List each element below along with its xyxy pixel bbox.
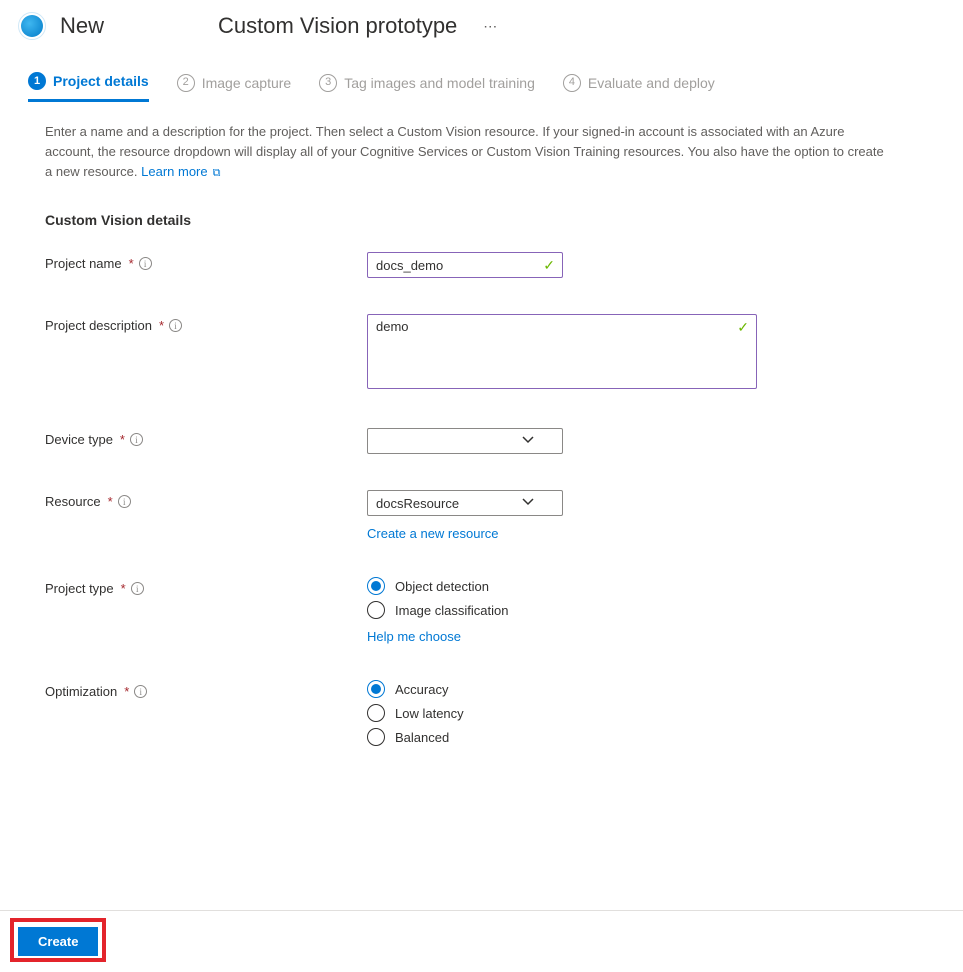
learn-more-link[interactable]: Learn more ⧉ [141, 164, 220, 179]
section-heading: Custom Vision details [0, 186, 963, 228]
create-button[interactable]: Create [18, 927, 98, 956]
step-label: Image capture [202, 75, 292, 91]
resource-select[interactable]: docsResource [367, 490, 563, 516]
optimization-radio-group: Accuracy Low latency Balanced [367, 680, 918, 746]
radio-accuracy[interactable]: Accuracy [367, 680, 918, 698]
help-me-choose-link[interactable]: Help me choose [367, 629, 461, 644]
info-icon[interactable]: i [134, 685, 147, 698]
info-icon[interactable]: i [130, 433, 143, 446]
radio-low-latency[interactable]: Low latency [367, 704, 918, 722]
project-description-input[interactable] [367, 314, 757, 389]
wizard-steps: 1 Project details 2 Image capture 3 Tag … [0, 50, 963, 102]
step-tag-and-train[interactable]: 3 Tag images and model training [319, 72, 535, 102]
step-label: Evaluate and deploy [588, 75, 715, 91]
step-image-capture[interactable]: 2 Image capture [177, 72, 292, 102]
app-icon [18, 12, 46, 40]
label-project-description: Project description* i [45, 314, 367, 333]
label-project-type: Project type* i [45, 577, 367, 596]
label-device-type: Device type* i [45, 428, 367, 447]
step-project-details[interactable]: 1 Project details [28, 72, 149, 102]
step-number-badge: 1 [28, 72, 46, 90]
label-optimization: Optimization* i [45, 680, 367, 699]
create-resource-link[interactable]: Create a new resource [367, 526, 499, 541]
chevron-down-icon [522, 496, 534, 511]
step-label: Tag images and model training [344, 75, 535, 91]
radio-image-classification[interactable]: Image classification [367, 601, 918, 619]
info-icon[interactable]: i [139, 257, 152, 270]
radio-balanced[interactable]: Balanced [367, 728, 918, 746]
form: Project name* i ✓ Project description* i… [0, 228, 963, 746]
project-type-radio-group: Object detection Image classification [367, 577, 918, 619]
page-title: Custom Vision prototype [218, 13, 457, 39]
step-number-badge: 4 [563, 74, 581, 92]
info-icon[interactable]: i [169, 319, 182, 332]
label-resource: Resource* i [45, 490, 367, 509]
chevron-down-icon [522, 434, 534, 449]
step-number-badge: 3 [319, 74, 337, 92]
step-number-badge: 2 [177, 74, 195, 92]
info-icon[interactable]: i [131, 582, 144, 595]
step-evaluate-deploy[interactable]: 4 Evaluate and deploy [563, 72, 715, 102]
header-new-label: New [60, 13, 104, 39]
device-type-select[interactable] [367, 428, 563, 454]
label-project-name: Project name* i [45, 252, 367, 271]
info-icon[interactable]: i [118, 495, 131, 508]
project-name-input[interactable] [367, 252, 563, 278]
checkmark-icon: ✓ [543, 257, 555, 274]
step-label: Project details [53, 73, 149, 89]
radio-object-detection[interactable]: Object detection [367, 577, 918, 595]
external-link-icon: ⧉ [210, 167, 221, 179]
header: New Custom Vision prototype ⋯ [0, 0, 963, 50]
footer: Create [0, 910, 963, 972]
intro-text: Enter a name and a description for the p… [0, 102, 920, 186]
checkmark-icon: ✓ [737, 319, 749, 336]
more-actions-icon[interactable]: ⋯ [483, 18, 498, 35]
